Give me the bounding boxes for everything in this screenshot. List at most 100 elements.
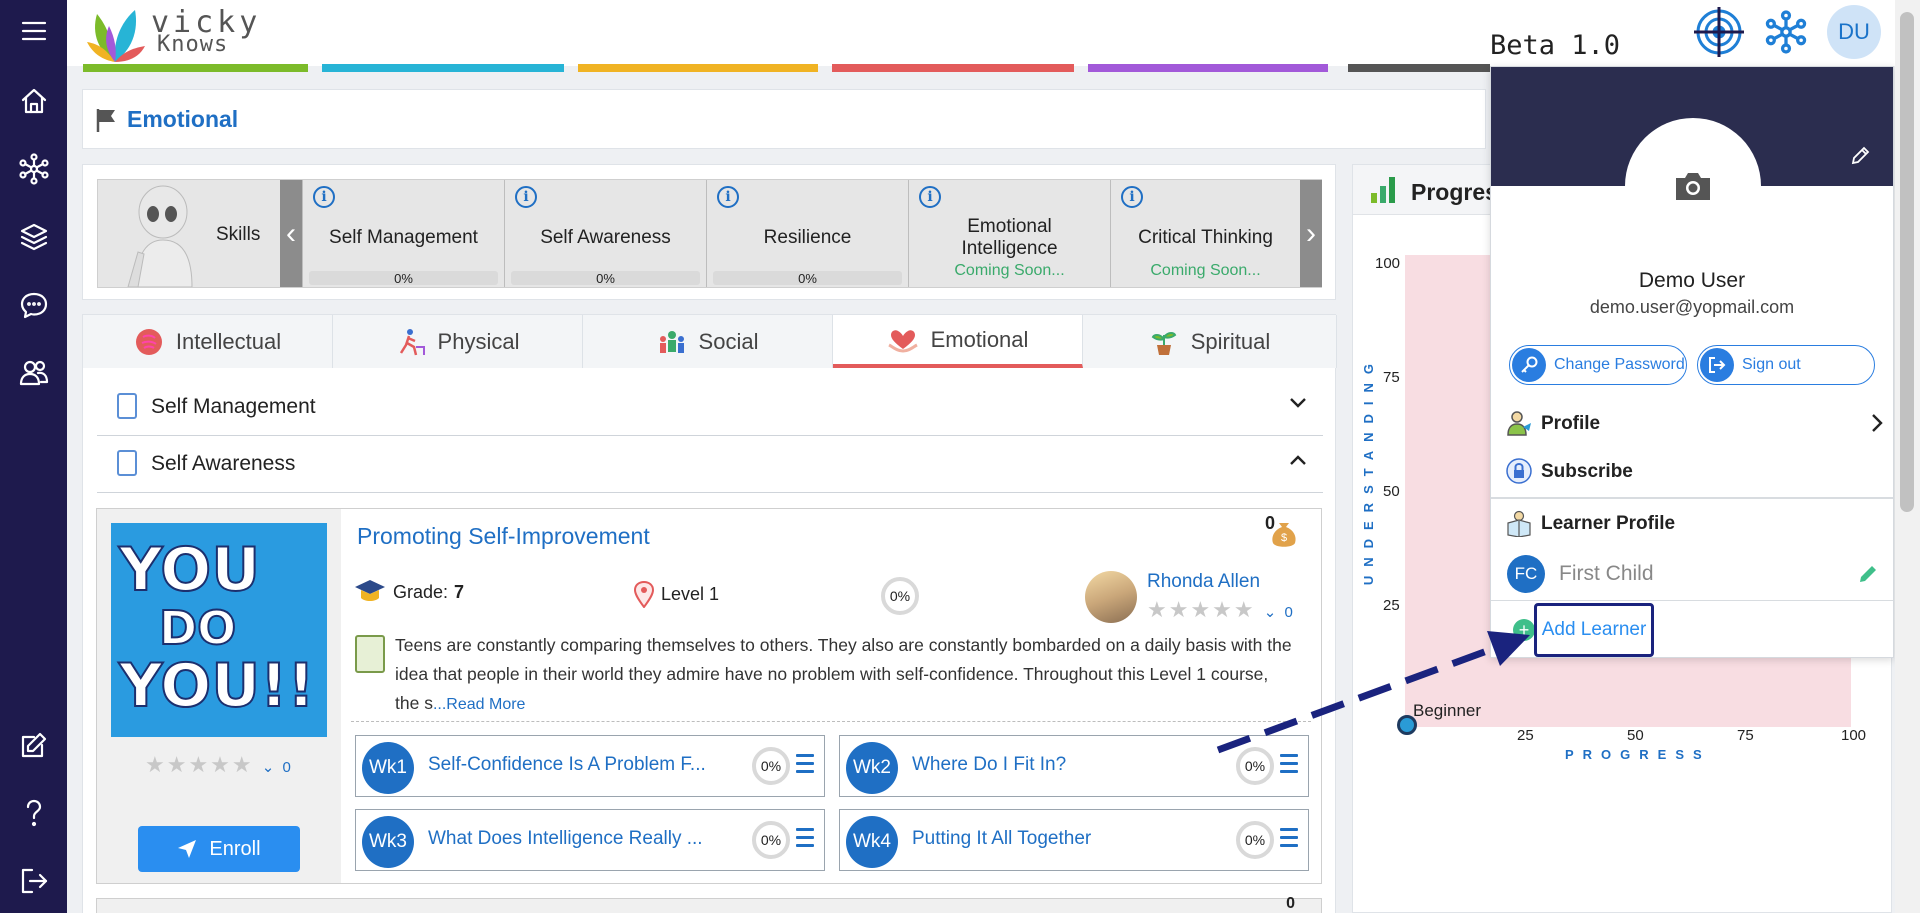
- skill-card[interactable]: i Emotional Intelligence Coming Soon...: [908, 180, 1110, 287]
- tab-social[interactable]: Social: [583, 315, 833, 368]
- menu-item-label: Learner Profile: [1541, 513, 1676, 534]
- camera-icon[interactable]: [1673, 170, 1713, 202]
- skill-card[interactable]: i Self Management 0%: [302, 180, 504, 287]
- target-icon[interactable]: [1693, 6, 1745, 58]
- menu-item-subscribe[interactable]: Subscribe: [1491, 447, 1893, 495]
- grade-info: Grade: 7: [353, 577, 464, 607]
- clipboard-icon: [355, 635, 385, 673]
- teacher-name[interactable]: Rhonda Allen: [1147, 571, 1260, 593]
- pencil-icon[interactable]: [1849, 145, 1871, 167]
- week-title[interactable]: Putting It All Together: [912, 828, 1091, 850]
- week-badge: Wk4: [846, 816, 898, 868]
- learner-avatar[interactable]: FC: [1507, 555, 1545, 593]
- week-title[interactable]: Where Do I Fit In?: [912, 754, 1066, 776]
- enroll-button[interactable]: Enroll: [138, 826, 300, 872]
- page-scrollbar[interactable]: [1895, 0, 1920, 913]
- marker-label: Beginner: [1413, 701, 1482, 720]
- user-avatar[interactable]: DU: [1827, 5, 1881, 59]
- person-icon: [1507, 411, 1531, 436]
- sign-out-button[interactable]: Sign out: [1697, 345, 1875, 385]
- pencil-icon[interactable]: [1857, 563, 1879, 585]
- profile-photo[interactable]: [1625, 118, 1761, 254]
- accordion-self-awareness[interactable]: Self Awareness: [97, 436, 1323, 493]
- tab-label: Physical: [437, 328, 520, 354]
- chevron-right-icon: [1872, 414, 1883, 432]
- tab-physical[interactable]: Physical: [333, 315, 583, 368]
- tab-intellectual[interactable]: Intellectual: [83, 315, 333, 368]
- book-icon: [117, 393, 137, 419]
- skill-card[interactable]: i Critical Thinking Coming Soon...: [1110, 180, 1300, 287]
- key-icon: [1512, 348, 1546, 382]
- lock-icon: [1506, 458, 1532, 484]
- week-card[interactable]: Wk4 Putting It All Together 0%: [839, 809, 1309, 871]
- top-bar: [67, 0, 1895, 66]
- y-tick: 25: [1383, 597, 1400, 614]
- info-icon[interactable]: i: [515, 186, 537, 208]
- people-icon: [659, 330, 684, 353]
- chevron-up-icon[interactable]: [1289, 454, 1307, 466]
- week-menu-icon[interactable]: [1280, 754, 1298, 778]
- read-more-link[interactable]: ...Read More: [433, 696, 525, 713]
- skill-progress: 0%: [713, 271, 902, 286]
- help-icon[interactable]: [15, 794, 52, 831]
- course-cover-image[interactable]: YOU DO YOU!!: [111, 523, 327, 737]
- info-icon[interactable]: i: [919, 186, 941, 208]
- logout-icon[interactable]: [15, 862, 52, 899]
- week-card[interactable]: Wk2 Where Do I Fit In? 0%: [839, 735, 1309, 797]
- cover-line: YOU!!: [118, 651, 316, 721]
- bar-chart-icon: [1371, 177, 1395, 203]
- week-card[interactable]: Wk3 What Does Intelligence Really ... 0%: [355, 809, 825, 871]
- color-strip-purple: [1088, 64, 1328, 72]
- next-course-card: 0: [96, 895, 1322, 913]
- menu-item-profile[interactable]: Profile: [1491, 399, 1893, 447]
- teacher-avatar[interactable]: [1085, 571, 1137, 623]
- network-icon[interactable]: [1760, 6, 1812, 58]
- plus-icon[interactable]: +: [1513, 619, 1535, 641]
- users-icon[interactable]: [15, 354, 52, 391]
- accordion-self-management[interactable]: Self Management: [97, 379, 1323, 436]
- tab-emotional[interactable]: Emotional: [833, 315, 1083, 368]
- location-pin-icon: [633, 580, 655, 608]
- chevron-down-icon[interactable]: [1289, 397, 1307, 409]
- carousel-next-button[interactable]: ›: [1300, 180, 1322, 287]
- week-menu-icon[interactable]: [796, 828, 814, 852]
- change-password-button[interactable]: Change Password: [1509, 345, 1687, 385]
- add-learner-button[interactable]: Add Learner: [1534, 603, 1654, 657]
- course-rating-stars[interactable]: ★★★★★ ⌄ 0: [145, 752, 293, 778]
- teacher-rating-stars[interactable]: ★★★★★ ⌄ 0: [1147, 597, 1295, 623]
- network-icon[interactable]: [15, 150, 52, 187]
- week-card[interactable]: Wk1 Self-Confidence Is A Problem F... 0%: [355, 735, 825, 797]
- info-icon[interactable]: i: [313, 186, 335, 208]
- info-icon[interactable]: i: [1121, 186, 1143, 208]
- plant-icon: [1151, 331, 1177, 355]
- skill-card[interactable]: i Self Awareness 0%: [504, 180, 706, 287]
- skill-card[interactable]: i Resilience 0%: [706, 180, 908, 287]
- chat-icon[interactable]: [15, 286, 52, 323]
- x-tick: 75: [1737, 727, 1754, 744]
- menu-item-learner-profile[interactable]: Learner Profile: [1491, 499, 1893, 547]
- week-menu-icon[interactable]: [1280, 828, 1298, 852]
- carousel-prev-button[interactable]: ‹: [280, 180, 302, 287]
- week-badge: Wk2: [846, 742, 898, 794]
- course-card: YOU DO YOU!! ★★★★★ ⌄ 0 Enroll Promoting …: [96, 508, 1322, 884]
- edit-icon[interactable]: [15, 726, 52, 763]
- week-menu-icon[interactable]: [796, 754, 814, 778]
- x-axis-title: PROGRESS: [1565, 747, 1711, 762]
- week-title[interactable]: Self-Confidence Is A Problem F...: [428, 754, 706, 776]
- skill-progress: 0%: [309, 271, 498, 286]
- tab-spiritual[interactable]: Spiritual: [1083, 315, 1337, 368]
- coin-bag: $ 0: [1265, 513, 1301, 554]
- tab-label: Spiritual: [1190, 328, 1271, 354]
- skill-status: Coming Soon...: [954, 262, 1065, 279]
- home-icon[interactable]: [15, 82, 52, 119]
- scrollbar-thumb[interactable]: [1900, 12, 1914, 512]
- page-title: Emotional: [127, 106, 239, 132]
- course-title[interactable]: Promoting Self-Improvement: [357, 523, 650, 550]
- heart-hands-icon: [887, 329, 918, 353]
- week-title[interactable]: What Does Intelligence Really ...: [428, 828, 703, 850]
- layers-icon[interactable]: [15, 218, 52, 255]
- info-icon[interactable]: i: [717, 186, 739, 208]
- learner-name[interactable]: First Child: [1559, 562, 1654, 586]
- app-logo[interactable]: vicky Knows: [85, 4, 261, 64]
- menu-icon[interactable]: [15, 12, 52, 49]
